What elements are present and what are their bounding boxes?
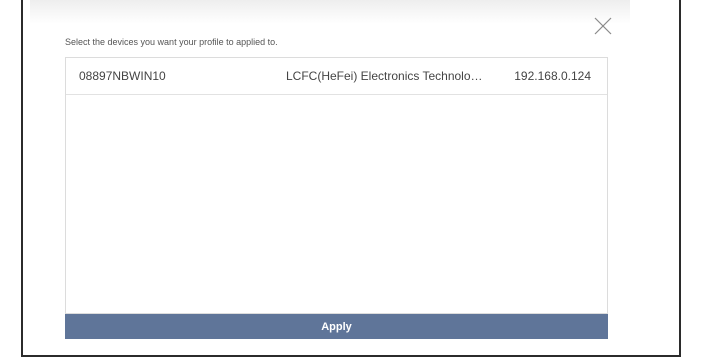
dialog-header-shade: [30, 0, 630, 24]
device-vendor: LCFC(HeFei) Electronics Technolo…: [286, 69, 483, 83]
apply-button[interactable]: Apply: [65, 314, 608, 339]
device-name: 08897NBWIN10: [79, 69, 166, 83]
device-row[interactable]: 08897NBWIN10 LCFC(HeFei) Electronics Tec…: [66, 58, 607, 95]
device-ip: 192.168.0.124: [514, 69, 591, 83]
close-icon[interactable]: [593, 16, 613, 36]
dialog-instruction: Select the devices you want your profile…: [65, 37, 278, 47]
device-list: 08897NBWIN10 LCFC(HeFei) Electronics Tec…: [65, 57, 608, 314]
